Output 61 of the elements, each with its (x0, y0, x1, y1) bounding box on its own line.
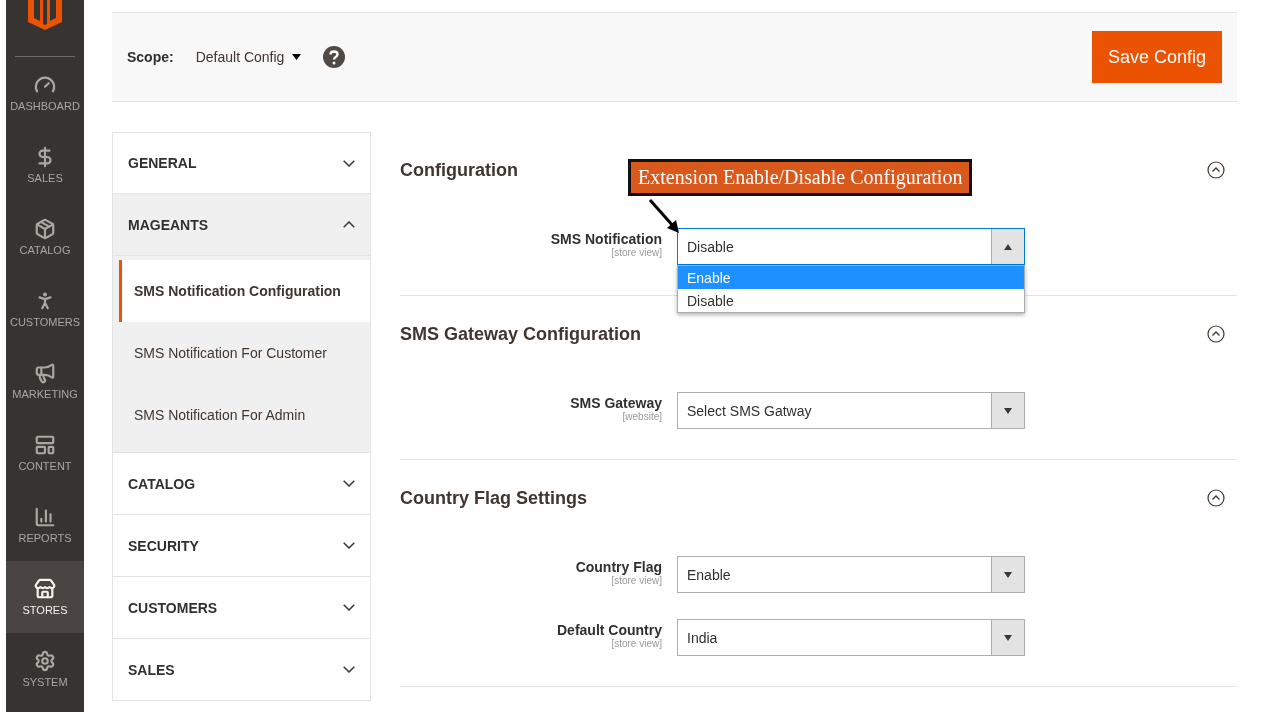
chevron-down-icon (343, 480, 355, 487)
field-label: Country Flag (575, 559, 662, 575)
config-tab-link[interactable]: SMS Notification Configuration (119, 260, 370, 322)
section-title: Configuration (400, 159, 518, 181)
select-field[interactable]: Select SMS Gatway (677, 392, 1025, 429)
chevron-down-icon (343, 604, 355, 611)
field-label: SMS Notification (550, 231, 662, 247)
config-tab-group[interactable]: CUSTOMERS (112, 577, 371, 639)
section-title: SMS Gateway Configuration (400, 323, 642, 345)
scope-hint: [store view] (611, 638, 662, 649)
sidebar-item[interactable]: DASHBOARD (6, 57, 84, 129)
catalog-icon (34, 218, 56, 240)
sidebar-item[interactable]: SALES (6, 129, 84, 201)
chevron-down-icon (343, 542, 355, 549)
chevron-down-icon (343, 666, 355, 673)
scope-switcher[interactable]: Default Config (195, 49, 302, 65)
dropdown-option[interactable]: Disable (678, 289, 1024, 312)
caret-up-icon (1004, 243, 1012, 250)
content-icon (34, 434, 56, 456)
field-label: SMS Gateway (570, 395, 662, 411)
caret-down-icon (292, 54, 302, 60)
field-label: Default Country (557, 622, 662, 638)
sidebar-item[interactable]: CONTENT (6, 417, 84, 489)
chevron-up-icon (343, 221, 355, 228)
sidebar-item[interactable]: STORES (6, 561, 84, 633)
scope-label: Scope: (127, 49, 174, 65)
chevron-down-icon (343, 159, 355, 167)
config-tab-link[interactable]: SMS Notification For Customer (119, 322, 370, 384)
config-tab-group[interactable]: GENERAL (112, 132, 371, 194)
caret-down-icon (1004, 407, 1012, 414)
logo-icon[interactable] (28, 0, 62, 30)
save-config-button[interactable]: Save Config (1091, 31, 1222, 83)
sidebar-item[interactable]: SYSTEM (6, 633, 84, 705)
scope-hint: [store view] (611, 575, 662, 586)
collapse-icon[interactable] (1207, 489, 1225, 507)
collapse-icon[interactable] (1207, 325, 1225, 343)
reports-icon (34, 506, 56, 528)
caret-down-icon (1004, 571, 1012, 578)
sidebar-item[interactable]: CUSTOMERS (6, 273, 84, 345)
annotation-arrow (648, 199, 679, 233)
select-field[interactable]: India (677, 619, 1025, 656)
config-tab-link[interactable]: SMS Notification For Admin (119, 384, 370, 446)
config-tab-group[interactable]: SECURITY (112, 515, 371, 577)
sidebar-item[interactable]: REPORTS (6, 489, 84, 561)
annotation-callout: Extension Enable/Disable Configuration (628, 159, 973, 196)
section-title: Country Flag Settings (400, 487, 587, 509)
marketing-icon (34, 362, 56, 384)
select-field[interactable]: Disable (677, 228, 1025, 265)
config-tab-group[interactable]: CATALOG (112, 453, 371, 515)
collapse-icon[interactable] (1207, 161, 1225, 179)
sidebar-item[interactable]: MARKETING (6, 345, 84, 417)
config-tab-group[interactable]: MAGEANTS (112, 194, 371, 256)
stores-icon (34, 578, 56, 600)
help-icon[interactable] (323, 46, 346, 68)
config-tab-group[interactable]: SALES (112, 639, 371, 701)
scope-hint: [store view] (611, 247, 662, 258)
system-icon (34, 650, 56, 672)
scope-hint: [website] (622, 411, 662, 422)
sidebar-item[interactable]: CATALOG (6, 201, 84, 273)
select-field[interactable]: Enable (677, 556, 1025, 593)
caret-down-icon (1004, 634, 1012, 641)
